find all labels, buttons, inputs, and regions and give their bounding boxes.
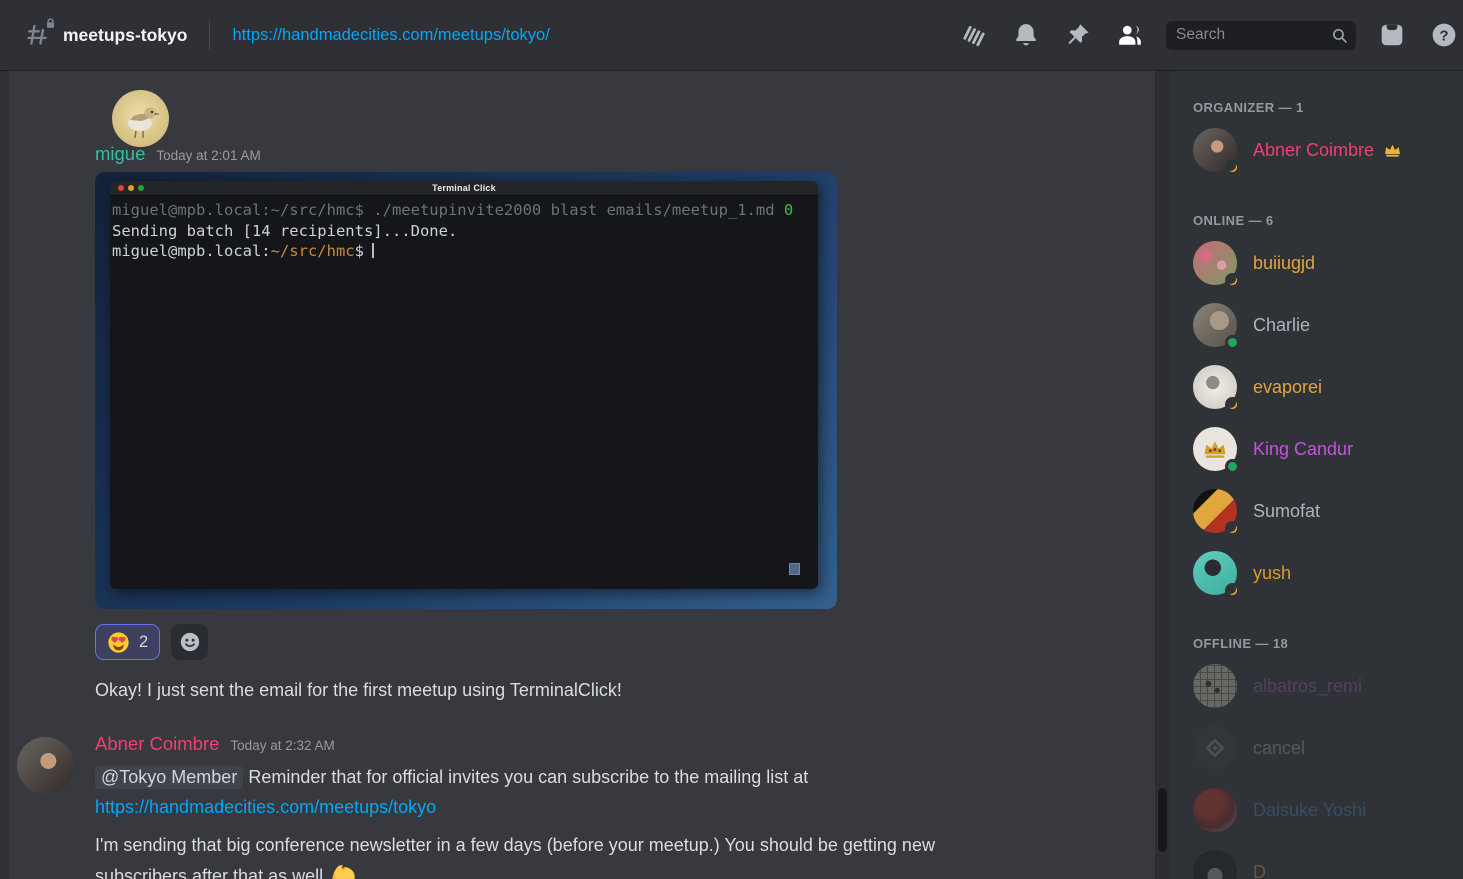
idle-status-icon <box>1225 273 1240 288</box>
reactions-row: 2 <box>95 624 1170 660</box>
member-king-candur[interactable]: King Candur <box>1193 427 1455 471</box>
channel-topic-link[interactable]: https://handmadecities.com/meetups/tokyo… <box>232 26 549 45</box>
svg-text:?: ? <box>1439 27 1448 44</box>
idle-status-icon <box>1225 397 1240 412</box>
inbox-icon[interactable] <box>1379 22 1405 48</box>
lock-icon <box>45 18 56 29</box>
help-icon[interactable]: ? <box>1431 22 1457 48</box>
channel-header: meetups-tokyo https://handmadecities.com… <box>0 0 1463 70</box>
online-status-icon <box>1225 335 1240 350</box>
reaction-heart-eyes[interactable]: 2 <box>95 624 160 660</box>
member-sumofat[interactable]: Sumofat <box>1193 489 1455 533</box>
terminal-scroll-indicator <box>789 563 800 575</box>
member-name: evaporei <box>1253 377 1322 398</box>
chat-scrollbar[interactable] <box>1155 70 1170 879</box>
member-name: buiiugjd <box>1253 253 1315 274</box>
idle-status-icon <box>1225 160 1240 175</box>
message-author[interactable]: Abner Coimbre <box>95 733 219 755</box>
channel-hash-lock-icon <box>24 21 52 49</box>
search-box[interactable] <box>1166 21 1356 50</box>
member-name: D <box>1253 862 1266 879</box>
reaction-count: 2 <box>139 633 148 652</box>
message-link[interactable]: https://handmadecities.com/meetups/tokyo <box>95 797 436 817</box>
online-status-icon <box>1225 459 1240 474</box>
member-name: Daisuke Yoshi <box>1253 800 1366 821</box>
crown-avatar-art <box>1201 435 1229 463</box>
member-name: albatros_remi <box>1253 676 1362 697</box>
search-input[interactable] <box>1176 26 1331 44</box>
member-list-icon[interactable] <box>1117 22 1143 48</box>
avatar[interactable] <box>17 737 74 794</box>
terminal-screenshot-attachment[interactable]: Terminal Click miguel@mpb.local:~/src/hm… <box>95 172 837 609</box>
bird-avatar-art <box>112 90 169 147</box>
message-text: @Tokyo Member Reminder that for official… <box>95 763 1170 791</box>
idle-status-icon <box>1225 583 1240 598</box>
add-reaction-button[interactable] <box>171 624 208 660</box>
member-evaporei[interactable]: evaporei <box>1193 365 1455 409</box>
terminal-output: miguel@mpb.local:~/src/hmc$ ./meetupinvi… <box>110 196 818 262</box>
message-timestamp: Today at 2:01 AM <box>156 148 260 163</box>
member-yush[interactable]: yush <box>1193 551 1455 595</box>
search-icon <box>1331 27 1348 44</box>
member-name: Sumofat <box>1253 501 1320 522</box>
channel-name: meetups-tokyo <box>63 25 187 46</box>
member-name: yush <box>1253 563 1291 584</box>
member-name: Charlie <box>1253 315 1310 336</box>
heart-eyes-emoji-icon <box>107 631 130 654</box>
smiley-add-reaction-icon <box>179 631 201 653</box>
member-name: King Candur <box>1253 439 1353 460</box>
avatar <box>1193 664 1237 708</box>
chat-area: migue Today at 2:01 AM Terminal Click mi… <box>0 70 1170 879</box>
diamond-avatar-art <box>1202 735 1228 761</box>
message-text: I'm sending that big conference newslett… <box>95 831 1170 879</box>
terminal-titlebar: Terminal Click <box>110 181 818 196</box>
member-daisuke-yoshi[interactable]: Daisuke Yoshi <box>1193 788 1455 832</box>
chat-scrollbar-thumb[interactable] <box>1158 788 1167 852</box>
message-abner: Abner Coimbre Today at 2:32 AM @Tokyo Me… <box>0 733 1170 879</box>
message-migue: migue Today at 2:01 AM Terminal Click mi… <box>0 86 1170 703</box>
member-buiiugjd[interactable]: buiiugjd <box>1193 241 1455 285</box>
notifications-bell-icon[interactable] <box>1013 22 1039 48</box>
member-abner[interactable]: Abner Coimbre <box>1193 128 1455 172</box>
avatar <box>1193 726 1237 770</box>
avatar <box>1193 788 1237 832</box>
message-timestamp: Today at 2:32 AM <box>230 738 334 753</box>
flexed-biceps-emoji-icon <box>329 860 358 879</box>
terminal-cursor <box>372 243 374 258</box>
avatar[interactable] <box>112 90 169 147</box>
member-section-organizer[interactable]: ORGANIZER — 1 <box>1193 100 1455 115</box>
member-albatros-remi[interactable]: albatros_remi <box>1193 664 1455 708</box>
discord-app: { "header": { "channel_name": "meetups-t… <box>0 0 1463 879</box>
idle-status-icon <box>1225 521 1240 536</box>
owner-crown-icon <box>1383 141 1402 160</box>
threads-icon[interactable] <box>961 22 987 48</box>
message-text: Okay! I just sent the email for the firs… <box>95 677 1075 703</box>
member-section-offline[interactable]: OFFLINE — 18 <box>1193 636 1455 651</box>
member-list: ORGANIZER — 1 Abner Coimbre ONLINE — 6 b… <box>1170 70 1463 879</box>
terminal-window: Terminal Click miguel@mpb.local:~/src/hm… <box>110 181 818 589</box>
member-charlie[interactable]: Charlie <box>1193 303 1455 347</box>
avatar <box>1193 850 1237 879</box>
member-d-partial[interactable]: D <box>1193 850 1455 879</box>
pin-icon[interactable] <box>1065 22 1091 48</box>
member-section-online[interactable]: ONLINE — 6 <box>1193 213 1455 228</box>
member-cancel[interactable]: cancel <box>1193 726 1455 770</box>
terminal-window-title: Terminal Click <box>110 183 818 193</box>
member-name: cancel <box>1253 738 1305 759</box>
header-divider <box>209 20 210 50</box>
role-mention[interactable]: @Tokyo Member <box>95 766 243 789</box>
member-name: Abner Coimbre <box>1253 140 1374 161</box>
